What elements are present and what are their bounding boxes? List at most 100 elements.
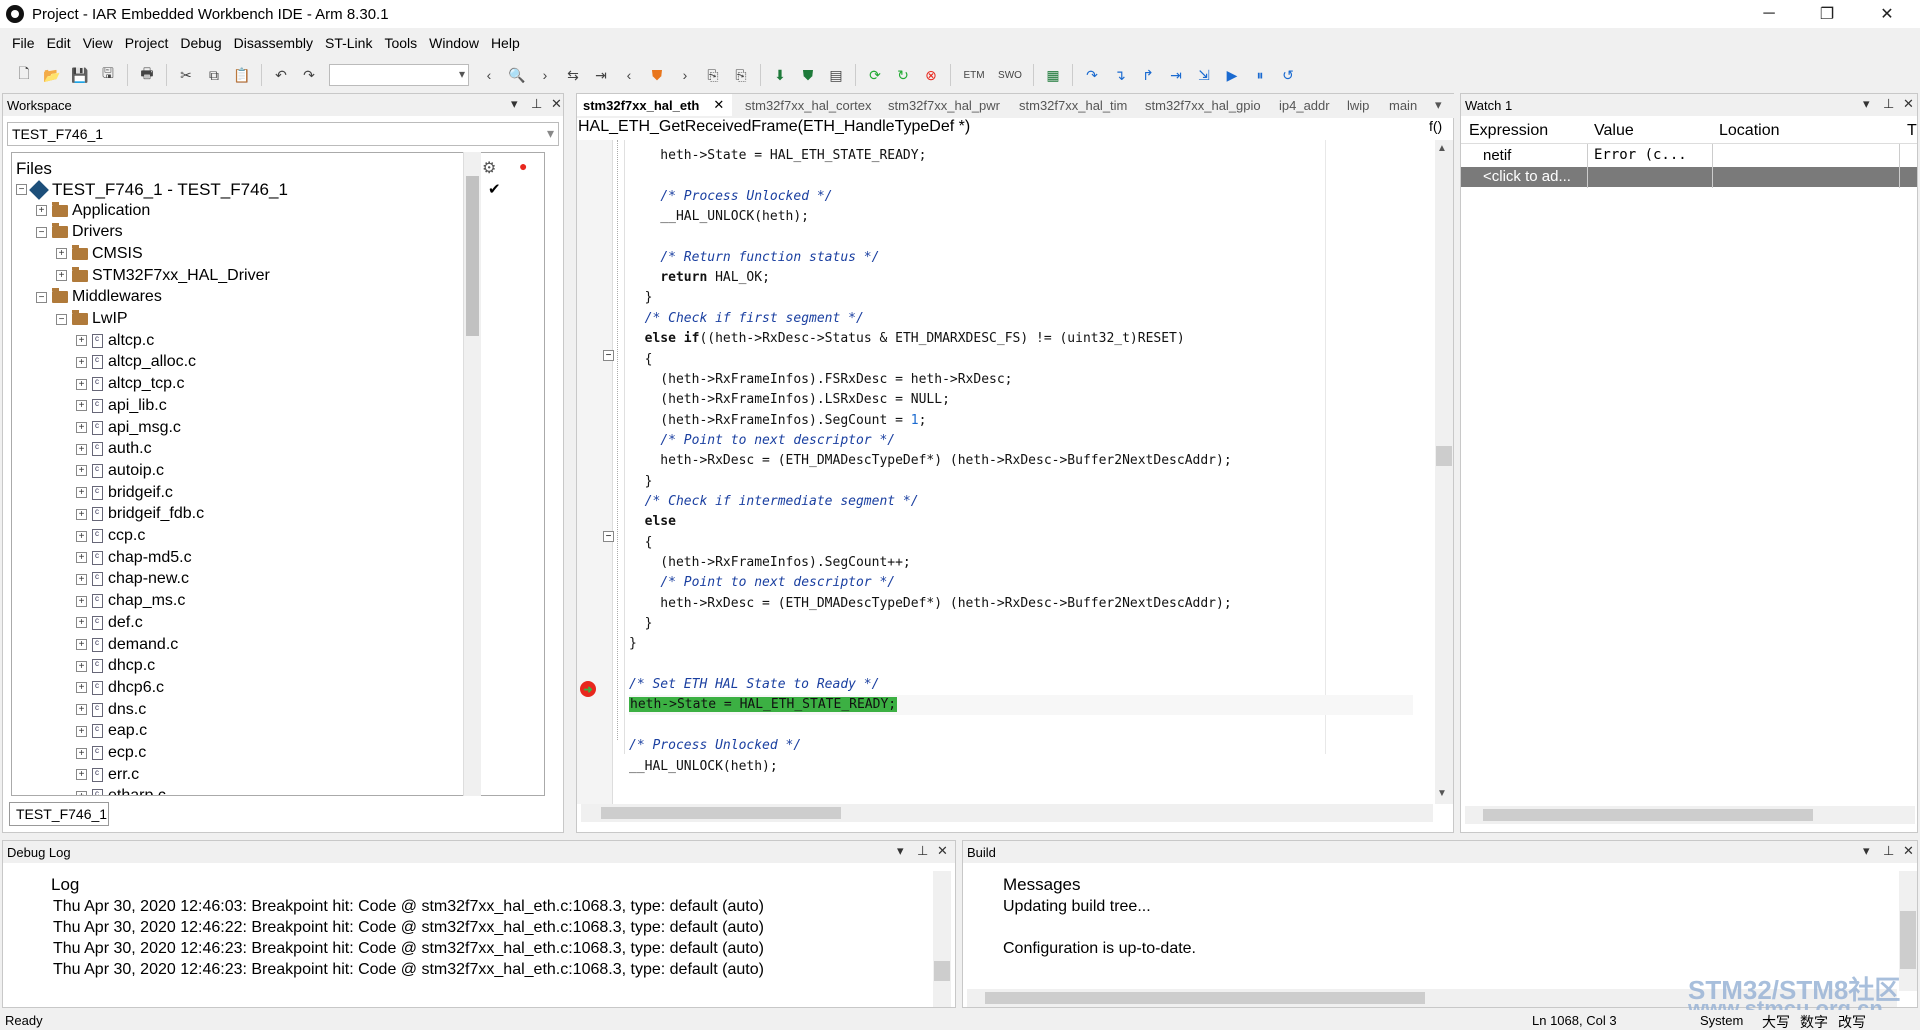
tree-file[interactable]: + ecp.c	[76, 743, 146, 764]
save-icon[interactable]: 💾	[69, 64, 91, 86]
col-location[interactable]: Location	[1719, 122, 1780, 140]
menu-window[interactable]: Window	[423, 35, 485, 51]
code-line[interactable]: /* Point to next descriptor */	[629, 431, 895, 451]
build-vscroll[interactable]	[1899, 871, 1917, 991]
tab-hal-gpio[interactable]: stm32f7xx_hal_gpio	[1145, 94, 1261, 116]
code-line[interactable]: else if((heth->RxDesc->Status & ETH_DMAR…	[629, 329, 1185, 349]
breakpoint-shield-icon[interactable]: ⛊	[646, 64, 668, 86]
code-line[interactable]: (heth->RxFrameInfos).FSRxDesc = heth->Rx…	[629, 370, 1012, 390]
step-out-icon[interactable]: ↱	[1137, 64, 1159, 86]
expand-icon[interactable]: +	[76, 356, 87, 368]
doc-forward-icon[interactable]: ⎘	[730, 64, 752, 86]
tree-file[interactable]: + dns.c	[76, 699, 146, 720]
close-tab-icon[interactable]: ✕	[713, 97, 724, 113]
new-file-icon[interactable]: 🗋	[13, 64, 35, 86]
code-line[interactable]: }	[629, 614, 653, 634]
menu-stlink[interactable]: ST-Link	[319, 35, 378, 51]
tree-file[interactable]: + def.c	[76, 612, 143, 633]
code-line[interactable]: (heth->RxFrameInfos).LSRxDesc = NULL;	[629, 390, 950, 410]
next-bookmark-icon[interactable]: ›	[674, 64, 696, 86]
code-line[interactable]: heth->RxDesc = (ETH_DMADescTypeDef*) (he…	[629, 594, 1231, 614]
tree-root[interactable]: − TEST_F746_1 - TEST_F746_1	[16, 179, 288, 200]
code-line[interactable]: {	[629, 533, 653, 553]
expand-icon[interactable]: +	[36, 205, 47, 216]
close-pane-icon[interactable]: ✕	[551, 96, 562, 112]
editor-hscroll[interactable]	[581, 804, 1433, 822]
close-window-button[interactable]: ✕	[1864, 0, 1910, 28]
menu-file[interactable]: File	[6, 35, 41, 51]
restore-button[interactable]: ❐	[1804, 0, 1850, 28]
expand-icon[interactable]: +	[76, 400, 87, 412]
next-statement-icon[interactable]: ⇥	[1165, 64, 1187, 86]
current-code-line[interactable]: heth->State = HAL_ETH_STATE_READY;	[629, 695, 1413, 716]
code-line[interactable]: /* Set ETH HAL State to Ready */	[629, 675, 879, 695]
go-run-icon[interactable]: ▶	[1221, 64, 1243, 86]
code-line[interactable]: /* Check if first segment */	[629, 309, 864, 329]
tab-ip4-addr[interactable]: ip4_addr	[1279, 94, 1330, 116]
code-line[interactable]: }	[629, 288, 653, 308]
expand-icon[interactable]: +	[76, 465, 87, 477]
pin-icon[interactable]: ⊥	[531, 96, 542, 112]
expand-icon[interactable]: +	[76, 422, 87, 433]
pane-menu-icon[interactable]: ▾	[897, 843, 904, 859]
fold-toggle-icon[interactable]: −	[603, 531, 614, 542]
make-icon[interactable]: ▤	[825, 64, 847, 86]
go-to-icon[interactable]: ⇆	[562, 64, 584, 86]
code-line[interactable]: /* Check if intermediate segment */	[629, 492, 919, 512]
col-type[interactable]: T	[1907, 122, 1917, 140]
tree-file[interactable]: + etharp.c	[76, 786, 166, 795]
tree-file[interactable]: + err.c	[76, 764, 139, 785]
etm-button[interactable]: ETM	[959, 64, 989, 86]
expand-icon[interactable]: +	[76, 639, 87, 650]
code-line[interactable]: heth->RxDesc = (ETH_DMADescTypeDef*) (he…	[629, 451, 1231, 471]
pin-icon[interactable]: ⊥	[1883, 96, 1894, 112]
breakpoint-gutter[interactable]: ➜	[577, 140, 613, 804]
config-select[interactable]: TEST_F746_1 ▾	[7, 122, 559, 146]
expand-icon[interactable]: +	[76, 335, 87, 347]
close-pane-icon[interactable]: ✕	[1903, 96, 1914, 112]
expand-icon[interactable]: +	[76, 682, 87, 694]
settings-gear-icon[interactable]: ⚙	[482, 158, 496, 178]
function-list-icon[interactable]: f()	[1429, 118, 1442, 134]
tree-folder[interactable]: + Application	[36, 200, 150, 221]
workspace-tab[interactable]: TEST_F746_1	[9, 802, 109, 826]
stop-debug-icon[interactable]: ⊗	[920, 64, 942, 86]
code-line[interactable]: {	[629, 350, 653, 370]
code-line[interactable]: /* Point to next descriptor */	[629, 573, 895, 593]
menu-edit[interactable]: Edit	[41, 35, 77, 51]
step-over-icon[interactable]: ↷	[1081, 64, 1103, 86]
expand-icon[interactable]: +	[76, 704, 87, 716]
debug-config-icon[interactable]: ▦	[1042, 64, 1064, 86]
tree-file[interactable]: + dhcp6.c	[76, 677, 164, 698]
watch-hscroll[interactable]	[1465, 806, 1915, 824]
log-vscroll[interactable]	[933, 871, 951, 1007]
expand-icon[interactable]: +	[76, 790, 87, 795]
paste-icon[interactable]: 📋	[231, 64, 253, 86]
code-area[interactable]: heth->State = HAL_ETH_STATE_READY; /* Pr…	[629, 146, 1429, 800]
code-line[interactable]: __HAL_UNLOCK(heth);	[629, 207, 809, 227]
print-icon[interactable]: 🖶	[136, 64, 158, 86]
fold-toggle-icon[interactable]: −	[603, 350, 614, 361]
cut-icon[interactable]: ✂	[175, 64, 197, 86]
collapse-icon[interactable]: −	[56, 313, 67, 325]
tab-stm32f7xx-hal-eth[interactable]: stm32f7xx_hal_eth ✕	[577, 94, 732, 116]
collapse-icon[interactable]: −	[36, 226, 47, 238]
toggle-bookmark-icon[interactable]: ⇥	[590, 64, 612, 86]
expand-icon[interactable]: +	[76, 378, 87, 390]
tree-file[interactable]: + demand.c	[76, 634, 178, 655]
prev-bookmark-icon[interactable]: ‹	[618, 64, 640, 86]
breakpoint-current-icon[interactable]: ➜	[580, 681, 596, 697]
code-line[interactable]: /* Return function status */	[629, 248, 879, 268]
tab-lwip[interactable]: lwip	[1347, 94, 1369, 116]
menu-help[interactable]: Help	[485, 35, 526, 51]
expand-icon[interactable]: +	[76, 660, 87, 672]
run-to-cursor-icon[interactable]: ⇲	[1193, 64, 1215, 86]
reset-debug-icon[interactable]: ↺	[1277, 64, 1299, 86]
code-line[interactable]: heth->State = HAL_ETH_STATE_READY;	[629, 146, 926, 166]
tree-file[interactable]: + chap-md5.c	[76, 547, 192, 568]
debug-shield-icon[interactable]: ⛊	[797, 64, 819, 86]
pane-menu-icon[interactable]: ▾	[1863, 96, 1870, 112]
watch-add-row[interactable]: <click to ad...	[1461, 167, 1917, 187]
step-into-icon[interactable]: ↴	[1109, 64, 1131, 86]
save-all-icon[interactable]: 🖫	[97, 64, 119, 86]
